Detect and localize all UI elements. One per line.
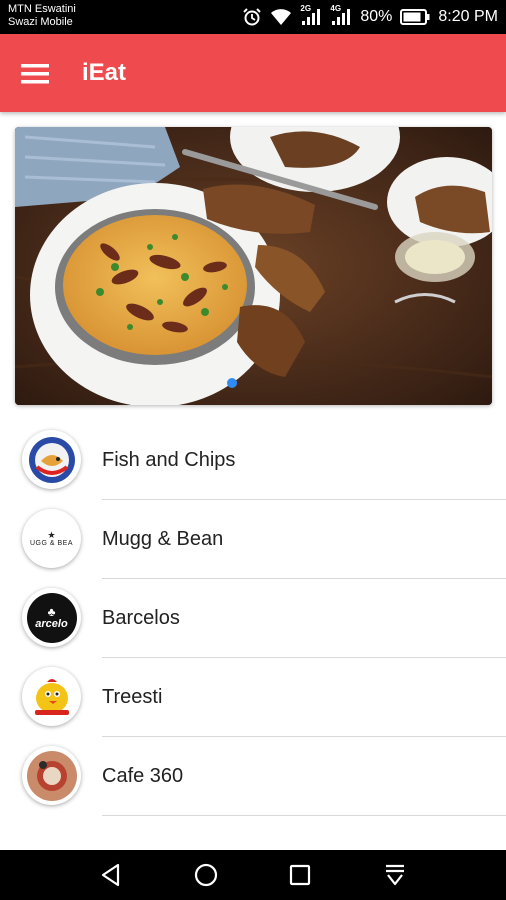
- wifi-icon: [270, 8, 292, 26]
- restaurant-name: Cafe 360: [102, 765, 184, 787]
- menu-button[interactable]: [14, 53, 56, 95]
- list-item-cafe-360[interactable]: Cafe 360: [0, 737, 506, 816]
- recents-button[interactable]: [278, 853, 322, 897]
- signal-2g-icon: 2G: [300, 4, 322, 26]
- list-item-fish-and-chips[interactable]: Fish and Chips: [0, 421, 506, 500]
- star-icon: ★: [47, 529, 56, 540]
- alarm-icon: [242, 7, 262, 27]
- back-icon[interactable]: [98, 862, 124, 888]
- restaurant-name: Fish and Chips: [102, 449, 236, 471]
- signal-4g-icon: 4G: [330, 4, 352, 26]
- recents-icon[interactable]: [287, 862, 313, 888]
- home-button[interactable]: [184, 853, 228, 897]
- hamburger-menu-icon[interactable]: [21, 63, 49, 85]
- rooster-icon: ♣: [47, 604, 56, 619]
- restaurant-name: Barcelos: [102, 607, 180, 629]
- restaurant-name: Mugg & Bean: [102, 528, 224, 550]
- back-button[interactable]: [89, 853, 133, 897]
- banner-carousel[interactable]: [15, 127, 492, 405]
- system-nav-bar: [0, 850, 506, 900]
- battery-icon: [400, 9, 430, 25]
- carrier-line-1: MTN Eswatini: [8, 3, 76, 15]
- list-item-barcelos[interactable]: ♣ arcelo Barcelos: [0, 579, 506, 658]
- treesti-logo-icon: [22, 667, 81, 726]
- logo-text: arcelo: [35, 617, 68, 630]
- banner-food-image: [15, 127, 492, 405]
- carrier-line-2: Swazi Mobile: [8, 16, 73, 28]
- fish-and-chips-logo-icon: [22, 430, 81, 489]
- app-title: iEat: [82, 59, 127, 86]
- list-item-treesti[interactable]: Treesti: [0, 658, 506, 737]
- network-type-2: 4G: [330, 4, 342, 13]
- network-type-1: 2G: [300, 4, 312, 13]
- home-icon[interactable]: [193, 862, 219, 888]
- barcelos-logo-icon: ♣ arcelo: [22, 588, 81, 647]
- notifications-pull-icon[interactable]: [382, 862, 408, 888]
- status-icons: 2G 4G 80% 8:20 PM: [242, 4, 498, 28]
- battery-percent: 80%: [360, 8, 393, 25]
- cafe-360-logo-icon: [22, 746, 81, 805]
- clock: 8:20 PM: [438, 8, 498, 25]
- carrier-info: MTN Eswatini Swazi Mobile: [8, 3, 76, 29]
- app-bar: iEat: [0, 34, 506, 112]
- status-bar: MTN Eswatini Swazi Mobile 2G 4G 80% 8:20…: [0, 0, 506, 34]
- list-item-mugg-and-bean[interactable]: ★ UGG & BEA Mugg & Bean: [0, 500, 506, 579]
- logo-text: UGG & BEA: [29, 539, 73, 547]
- mugg-and-bean-logo-icon: ★ UGG & BEA: [22, 509, 81, 568]
- restaurant-name: Treesti: [102, 686, 163, 708]
- carousel-indicator-dot[interactable]: [227, 378, 237, 388]
- notifications-pull-button[interactable]: [373, 853, 417, 897]
- divider: [102, 815, 506, 816]
- restaurant-list: Fish and Chips ★ UGG & BEA Mugg & Bean ♣…: [0, 421, 506, 816]
